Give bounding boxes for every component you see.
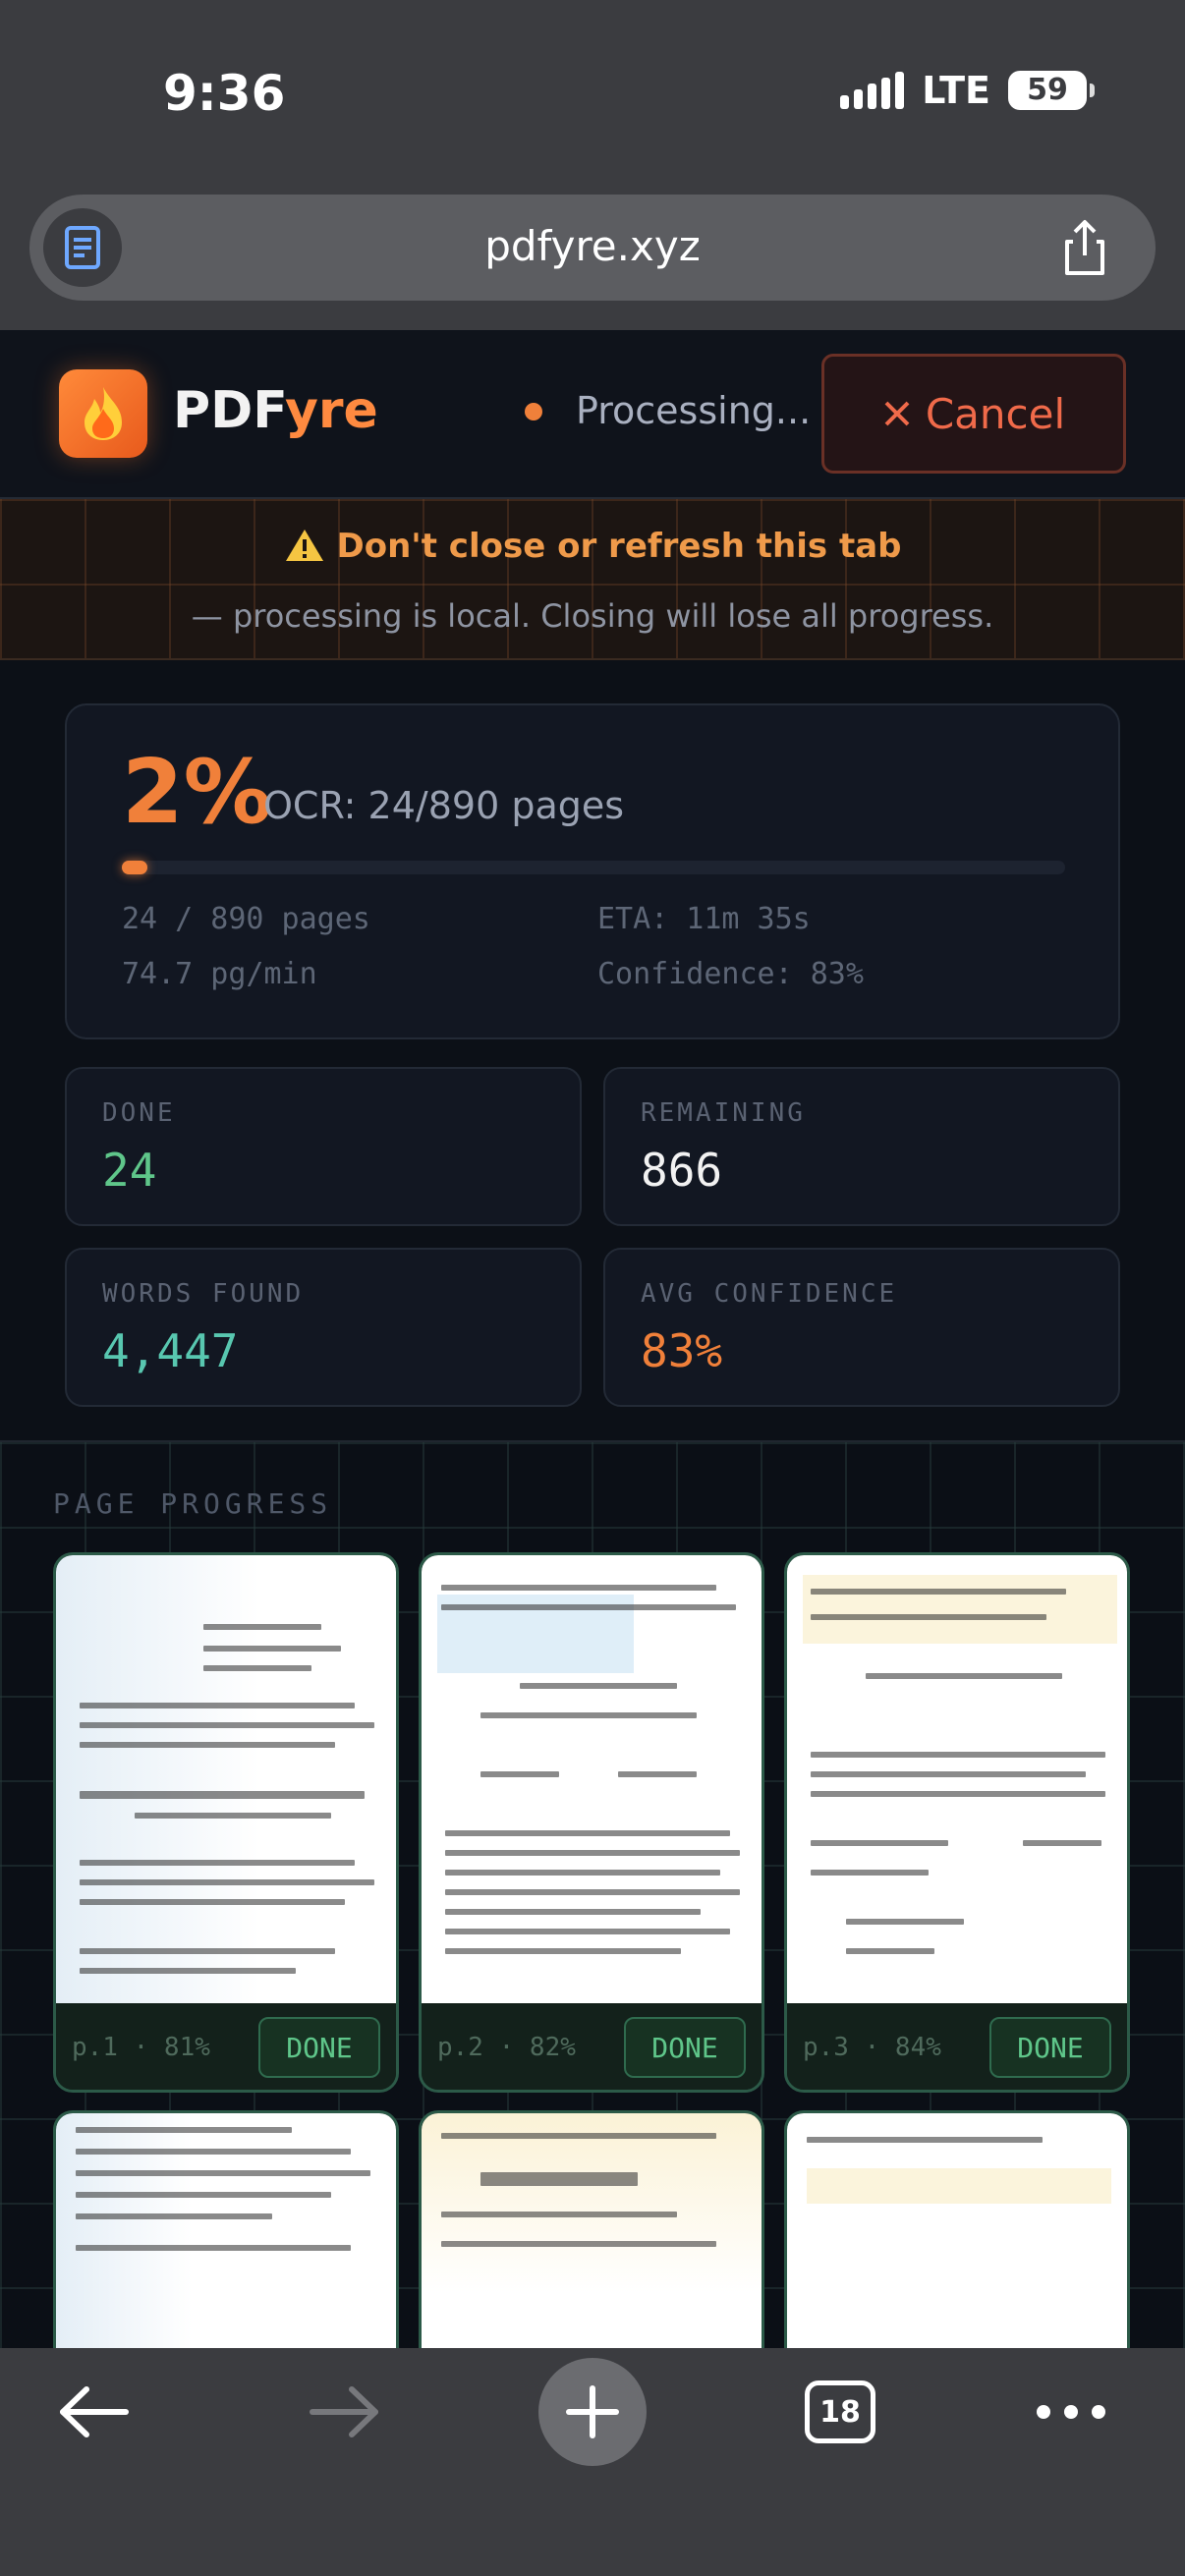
browser-toolbar: 18 (0, 2348, 1185, 2576)
stat-done-value: 24 (102, 1144, 157, 1197)
page-thumb-footer: p.3 · 84% DONE (787, 2005, 1127, 2090)
back-arrow-icon (60, 2386, 129, 2437)
new-tab-button[interactable] (538, 2358, 647, 2466)
page-preview-image (787, 2113, 1127, 2348)
brand-part-1: PDF (173, 381, 285, 440)
browser-chrome: 9:36 LTE 59 pdfyre.xyz (0, 0, 1185, 330)
progress-bar (122, 861, 1065, 874)
stat-remaining: REMAINING 866 (603, 1067, 1120, 1226)
page-meta: p.1 · 81% (72, 2033, 210, 2062)
address-bar[interactable]: pdfyre.xyz (29, 195, 1156, 301)
page-meta: p.3 · 84% (803, 2033, 941, 2062)
more-button[interactable] (1022, 2348, 1120, 2476)
warning-title-row: Don't close or refresh this tab (0, 527, 1185, 566)
close-icon (884, 401, 910, 426)
back-button[interactable] (39, 2348, 147, 2476)
page-thumb[interactable] (419, 2110, 764, 2348)
page-thumb[interactable]: p.3 · 84% DONE (784, 1552, 1130, 2093)
status-time: 9:36 (163, 65, 286, 122)
stat-avg-confidence: AVG CONFIDENCE 83% (603, 1248, 1120, 1407)
tabs-button[interactable]: 18 (796, 2348, 884, 2476)
page-progress-section: PAGE PROGRESS p.1 · 81% DONE p.2 · 82% D… (0, 1440, 1185, 2348)
warning-icon (285, 530, 323, 561)
status-badge: DONE (989, 2017, 1111, 2078)
page-preview-image (422, 2113, 762, 2348)
cancel-button[interactable]: Cancel (821, 354, 1126, 474)
page-thumb[interactable] (53, 2110, 399, 2348)
ocr-status: OCR: 24/890 pages (263, 784, 625, 827)
progress-percent: 2% (122, 741, 272, 844)
status-indicators: LTE 59 (840, 69, 1095, 112)
status-badge: DONE (624, 2017, 746, 2078)
page-preview-image (56, 1555, 396, 2003)
warning-banner: Don't close or refresh this tab — proces… (0, 499, 1185, 660)
stat-words: WORDS FOUND 4,447 (65, 1248, 582, 1407)
eta: ETA: 11m 35s (597, 902, 811, 936)
stat-remaining-label: REMAINING (641, 1098, 806, 1128)
stat-words-label: WORDS FOUND (102, 1279, 305, 1309)
forward-arrow-icon (310, 2386, 378, 2437)
plus-icon (566, 2385, 619, 2438)
stat-done: DONE 24 (65, 1067, 582, 1226)
page-meta: p.2 · 82% (437, 2033, 576, 2062)
app-header: PDFyre Processing... Cancel (0, 330, 1185, 499)
stat-words-value: 4,447 (102, 1324, 239, 1377)
battery-icon: 59 (1008, 71, 1095, 110)
stat-done-label: DONE (102, 1098, 176, 1128)
more-dots-icon (1037, 2405, 1105, 2419)
processing-status: Processing... (576, 389, 812, 432)
page-preview-image (56, 2113, 396, 2348)
url-text[interactable]: pdfyre.xyz (29, 222, 1156, 270)
brand-name: PDFyre (173, 381, 378, 440)
progress-bar-fill (122, 861, 147, 874)
page-thumb-footer: p.1 · 81% DONE (56, 2005, 396, 2090)
warning-subtitle: — processing is local. Closing will lose… (191, 597, 994, 635)
forward-button[interactable] (291, 2348, 399, 2476)
progress-card: 2% OCR: 24/890 pages 24 / 890 pages ETA:… (65, 703, 1120, 1039)
tab-count: 18 (805, 2380, 875, 2443)
warning-title: Don't close or refresh this tab (336, 527, 902, 566)
network-label: LTE (922, 69, 990, 112)
page-preview-image (787, 1555, 1127, 2003)
page-progress-label: PAGE PROGRESS (53, 1487, 333, 1520)
page-thumb[interactable]: p.1 · 81% DONE (53, 1552, 399, 2093)
page-preview-image (422, 1555, 762, 2003)
share-icon[interactable] (1053, 216, 1116, 279)
cancel-label: Cancel (925, 389, 1066, 438)
stat-remaining-value: 866 (641, 1144, 723, 1197)
progress-section: 2% OCR: 24/890 pages 24 / 890 pages ETA:… (0, 660, 1185, 1440)
signal-icon (840, 72, 905, 109)
processing-dot-icon (525, 403, 542, 420)
page-thumb-footer: p.2 · 82% DONE (422, 2005, 762, 2090)
page-thumb[interactable] (784, 2110, 1130, 2348)
stat-avg-confidence-label: AVG CONFIDENCE (641, 1279, 898, 1309)
processing-rate: 74.7 pg/min (122, 957, 317, 991)
flame-logo-icon (59, 369, 147, 458)
confidence: Confidence: 83% (597, 957, 864, 991)
pages-count: 24 / 890 pages (122, 902, 370, 936)
brand-part-2: yre (284, 381, 378, 440)
status-badge: DONE (258, 2017, 380, 2078)
page-thumb[interactable]: p.2 · 82% DONE (419, 1552, 764, 2093)
stat-avg-confidence-value: 83% (641, 1324, 723, 1377)
